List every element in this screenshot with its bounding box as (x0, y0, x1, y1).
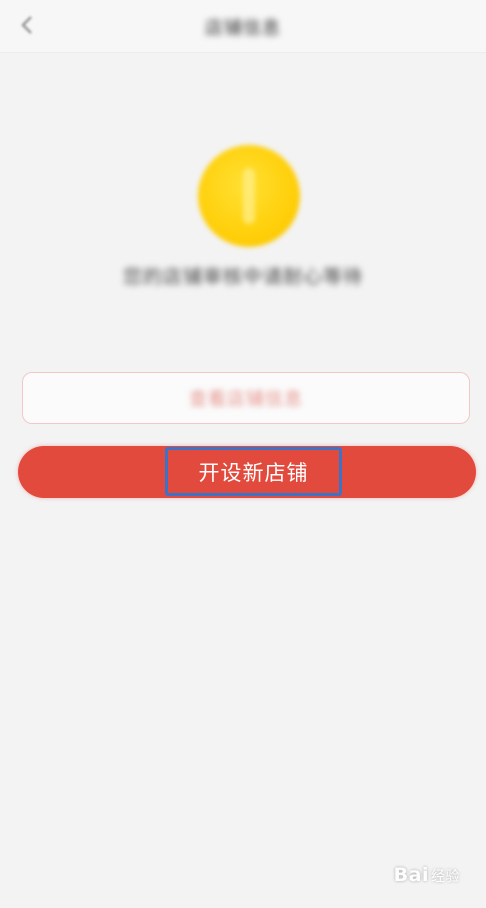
watermark-text: Bai (393, 864, 429, 886)
watermark-suffix: 经验 (431, 869, 460, 885)
top-bar: 店铺信息 (0, 0, 486, 53)
page-title: 店铺信息 (205, 18, 281, 39)
watermark-logo: Bai 经验 (394, 864, 460, 886)
open-new-shop-button[interactable] (18, 446, 476, 498)
view-shop-button-label: 查看店铺信息 (189, 389, 303, 410)
coin-icon (198, 145, 300, 247)
view-shop-button[interactable]: 查看店铺信息 (22, 372, 470, 424)
status-message: 您的店铺审核中请耐心等待 (122, 266, 363, 288)
coin-mark (243, 168, 255, 224)
